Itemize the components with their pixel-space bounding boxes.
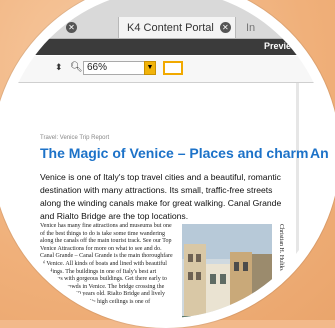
article-title: The Magic of Venice – Places and charm (40, 145, 309, 161)
preview-page: Travel: Venice Trip Report The Magic of … (2, 83, 330, 318)
app-window: ✕ K4 Content Portal ✕ In Preview ⬍ 🔍︎ 66… (2, 0, 330, 318)
next-article-title: An in (310, 145, 330, 161)
close-icon[interactable]: ✕ (66, 22, 77, 33)
article-body: Venice has many fine attractions and mus… (40, 223, 173, 305)
tab-k4-content-portal[interactable]: K4 Content Portal ✕ (118, 17, 236, 38)
tab-label: K4 Content Portal (127, 21, 214, 34)
article-lead: Venice is one of Italy's top travel citi… (40, 172, 282, 221)
zoom-icon: 🔍︎ (70, 62, 83, 73)
tab-next[interactable]: In (246, 17, 306, 38)
tab-label: In (246, 21, 256, 34)
close-icon[interactable]: ✕ (219, 22, 231, 33)
photo-credit: Christian H. Hultkvist (278, 224, 284, 278)
article-kicker: Travel: Venice Trip Report (40, 135, 110, 141)
column-divider (296, 83, 299, 318)
magnifier-lens: ✕ K4 Content Portal ✕ In Preview ⬍ 🔍︎ 66… (0, 0, 335, 328)
toolbar: ⬍ 🔍︎ 66% ▼ (2, 56, 330, 83)
frame-toggle-button[interactable] (163, 61, 183, 75)
venice-photo (182, 224, 272, 318)
zoom-value: 66% (87, 62, 108, 73)
preview-bar: Preview (2, 39, 330, 55)
tab-bar: ✕ K4 Content Portal ✕ In (2, 0, 330, 39)
stepper-arrows-icon[interactable]: ⬍ (55, 62, 63, 73)
zoom-select[interactable]: 66% (83, 61, 145, 75)
preview-label: Preview (263, 41, 298, 51)
chevron-down-icon[interactable]: ▼ (144, 61, 156, 75)
